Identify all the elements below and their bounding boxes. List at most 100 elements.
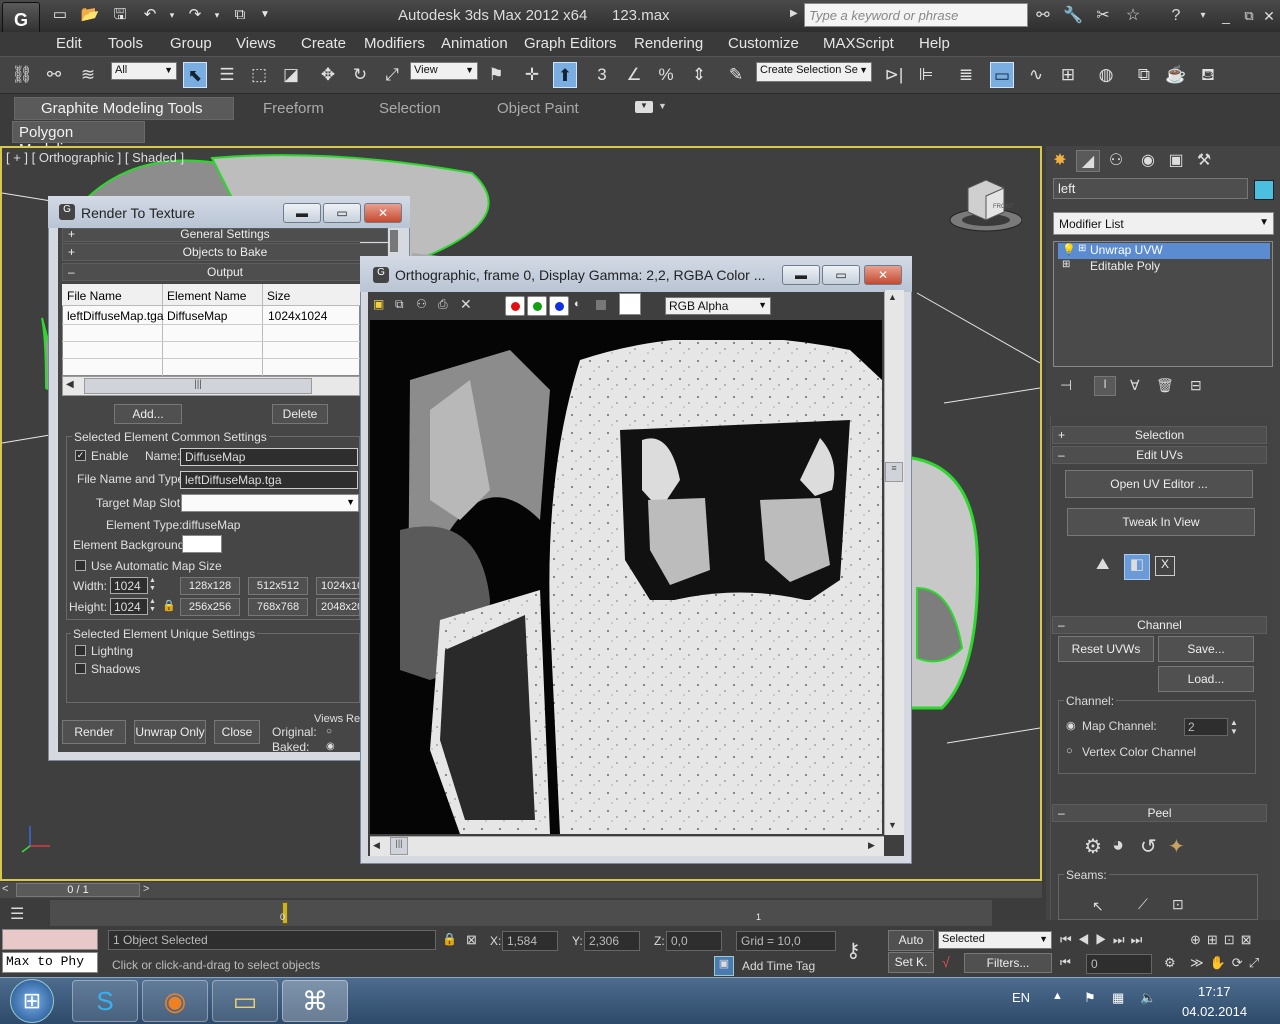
width-spinner[interactable]: 1024 <box>110 577 148 594</box>
menu-customize[interactable]: Customize <box>728 35 799 52</box>
rollout-general-settings[interactable]: + General Settings <box>62 228 388 242</box>
scroll-down-icon[interactable]: ▼ <box>888 820 897 830</box>
menu-edit[interactable]: Edit <box>56 35 82 52</box>
rollout-edit-uvs[interactable]: – Edit UVs <box>1052 446 1267 464</box>
graphite-modeling-toggle-button[interactable]: ▭ <box>990 62 1014 88</box>
vertical-scroll-thumb[interactable]: ≡ <box>885 462 903 482</box>
key-mode-icon[interactable]: √ <box>942 954 950 970</box>
original-radio[interactable]: ○ <box>326 726 332 737</box>
menu-group[interactable]: Group <box>170 35 212 52</box>
undo-dropdown-icon[interactable]: ▾ <box>162 6 182 24</box>
search-input[interactable]: Type a keyword or phrase <box>804 3 1028 27</box>
tweak-in-view-button[interactable]: Tweak In View <box>1067 508 1255 536</box>
size-preset-768[interactable]: 768x768 <box>248 598 308 616</box>
show-hidden-icons-icon[interactable]: ▲ <box>1052 990 1063 1002</box>
size-preset-2048[interactable]: 2048x20 <box>316 598 360 616</box>
keyboard-shortcut-override-button[interactable]: ⬆ <box>553 62 577 88</box>
peel-mode-icon[interactable]: ⚙ <box>1084 834 1102 859</box>
redo-icon[interactable]: ↷ <box>185 6 205 24</box>
scroll-left-icon[interactable]: ◀ <box>373 840 380 851</box>
select-and-link-icon[interactable]: ⛓ <box>10 62 34 88</box>
percent-snap-icon[interactable]: % <box>654 62 678 88</box>
key-mode-toggle-icon[interactable]: ⏮ <box>1060 955 1071 970</box>
baked-radio[interactable]: ◉ <box>326 741 335 752</box>
background-color-swatch[interactable] <box>619 293 641 315</box>
menu-graph-editors[interactable]: Graph Editors <box>524 35 617 52</box>
rectangular-selection-icon[interactable]: ⬚ <box>247 62 271 88</box>
maxscript-mini-listener-top[interactable] <box>2 929 98 950</box>
select-and-move-icon[interactable]: ✥ <box>316 62 340 88</box>
edge-sel-to-seams-icon[interactable]: ⟋ <box>1138 896 1148 913</box>
rollout-channel[interactable]: – Channel <box>1052 616 1267 634</box>
motion-tab-icon[interactable]: ◉ <box>1136 150 1160 172</box>
schematic-view-icon[interactable]: ⊞ <box>1056 62 1080 88</box>
key-filters-button[interactable]: Filters... <box>964 953 1052 973</box>
render-production-icon[interactable]: ⛾ <box>1196 62 1220 88</box>
render-setup-icon[interactable]: ⧉ <box>1132 62 1156 88</box>
configure-modifier-sets-icon[interactable]: ⊟ <box>1190 377 1202 394</box>
object-name-field[interactable]: left <box>1053 178 1248 199</box>
start-button[interactable]: ⊞ <box>10 979 54 1023</box>
skype-task-icon[interactable]: S <box>72 980 138 1022</box>
scroll-left-icon[interactable]: ◀ <box>66 379 74 390</box>
tab-freeform[interactable]: Freeform <box>263 100 324 117</box>
element-background-swatch[interactable] <box>182 535 222 553</box>
reset-peel-icon[interactable]: ↺ <box>1140 834 1157 859</box>
maxscript-mini-listener-input[interactable]: Max to Phy <box>2 952 98 973</box>
hierarchy-tab-icon[interactable]: ⚇ <box>1104 150 1128 172</box>
utilities-tab-icon[interactable]: ⚒ <box>1192 150 1216 172</box>
select-object-button[interactable]: ⬉ <box>183 62 207 88</box>
size-preset-256[interactable]: 256x256 <box>180 598 240 616</box>
monochrome-icon[interactable] <box>596 300 606 310</box>
ribbon-dropdown-icon[interactable]: ▼ <box>658 101 667 111</box>
maximize-icon[interactable]: ▭ <box>323 203 361 223</box>
current-frame-field[interactable]: 0 <box>1086 954 1152 974</box>
menu-animation[interactable]: Animation <box>441 35 508 52</box>
align-icon[interactable]: ⊫ <box>914 62 938 88</box>
frame-horizontal-scrollbar[interactable] <box>370 836 884 856</box>
select-and-scale-icon[interactable]: ⤢ <box>380 62 404 88</box>
tab-graphite-modeling-tools[interactable]: Graphite Modeling Tools <box>14 97 234 120</box>
expand-icon[interactable]: ⊞ <box>1062 259 1070 270</box>
bulb-icon[interactable]: 💡 <box>1062 243 1076 256</box>
selection-filter-dropdown[interactable]: All <box>111 62 177 80</box>
subscription-center-icon[interactable]: 🔧 <box>1062 5 1084 27</box>
snaps-toggle-icon[interactable]: 3 <box>590 62 614 88</box>
reference-coordinate-dropdown[interactable]: View <box>410 62 478 80</box>
clone-window-icon[interactable]: ⧉ <box>395 297 404 312</box>
time-tag-icon[interactable]: ▣ <box>714 956 734 976</box>
language-indicator[interactable]: EN <box>1012 990 1030 1005</box>
file-name-type-input[interactable]: leftDiffuseMap.tga <box>180 471 358 489</box>
close-dialog-button[interactable]: Close <box>214 720 260 744</box>
menu-tools[interactable]: Tools <box>108 35 143 52</box>
spinner-arrows-icon[interactable]: ▲ ▼ <box>149 598 156 614</box>
set-key-icon[interactable]: ⚷ <box>846 938 861 963</box>
menu-rendering[interactable]: Rendering <box>634 35 703 52</box>
minimize-icon[interactable]: ▬ <box>782 265 820 285</box>
remove-modifier-icon[interactable]: 🗑 <box>1156 377 1174 394</box>
volume-icon[interactable]: 🔈 <box>1140 990 1156 1006</box>
red-channel-button[interactable] <box>505 296 525 316</box>
map-channel-radio[interactable]: ◉ <box>1066 719 1076 732</box>
rollout-selection[interactable]: + Selection <box>1052 426 1267 444</box>
menu-modifiers[interactable]: Modifiers <box>364 35 425 52</box>
dialog-scrollbar[interactable] <box>390 230 398 252</box>
select-by-name-icon[interactable]: ☰ <box>215 62 239 88</box>
time-slider-next-icon[interactable]: > <box>143 883 149 895</box>
select-and-manipulate-icon[interactable]: ✛ <box>520 62 544 88</box>
unlink-selection-icon[interactable]: ⚯ <box>42 62 66 88</box>
map-channel-spinner[interactable]: 2 <box>1184 718 1228 736</box>
scroll-right-icon[interactable]: ▶ <box>868 840 875 851</box>
align-gizmo-icon[interactable]: X <box>1155 556 1175 576</box>
lighting-checkbox[interactable] <box>75 645 86 656</box>
binoculars-icon[interactable]: ⚯ <box>1032 5 1054 27</box>
mini-curve-editor-icon[interactable]: ☰ <box>10 904 24 924</box>
named-selection-sets-dropdown[interactable]: Create Selection Se <box>756 62 872 82</box>
rollout-objects-to-bake[interactable]: + Objects to Bake <box>62 243 388 261</box>
menu-maxscript[interactable]: MAXScript <box>823 35 894 52</box>
mirror-icon[interactable]: ⊳| <box>882 62 906 88</box>
selection-lock-icon[interactable]: 🔒 <box>442 932 457 946</box>
stack-item-unwrap-uvw[interactable]: 💡 ⊞ Unwrap UVW <box>1058 243 1270 259</box>
layer-manager-icon[interactable]: ≣ <box>954 62 978 88</box>
menu-create[interactable]: Create <box>301 35 346 52</box>
